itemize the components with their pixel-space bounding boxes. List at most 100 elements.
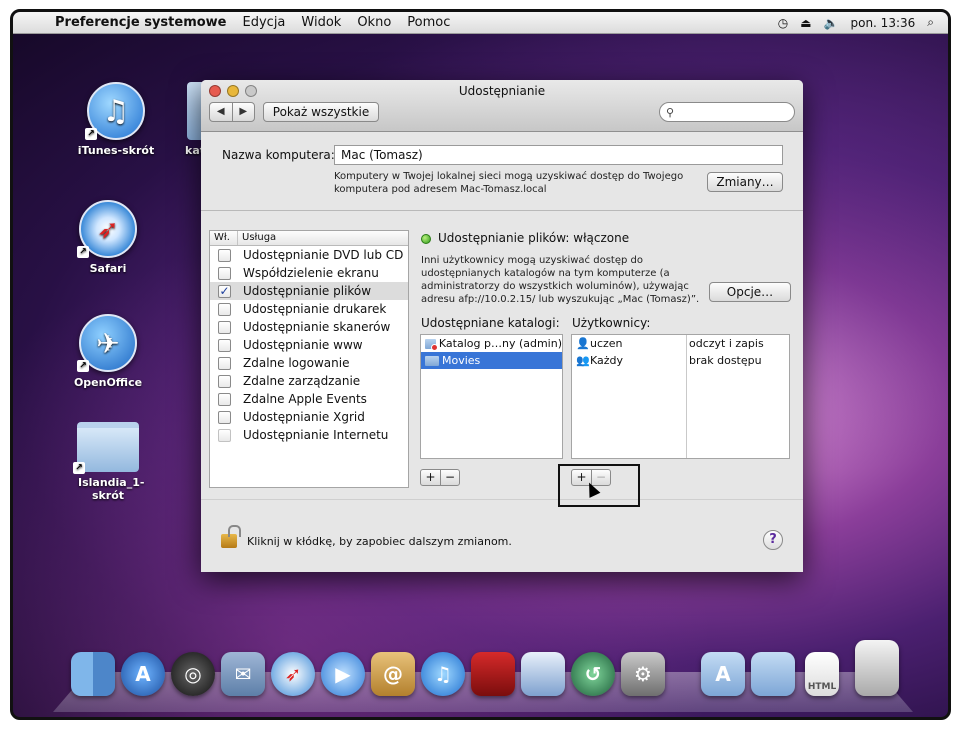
time-machine-icon[interactable]: ◷ (778, 16, 788, 30)
desktop-icon-partial[interactable]: kat (163, 82, 203, 157)
service-row[interactable]: Zdalne logowanie (210, 354, 408, 372)
alias-arrow-icon: ↗ (73, 462, 85, 474)
service-row[interactable]: Zdalne zarządzanie (210, 372, 408, 390)
highlight-frame (558, 464, 640, 507)
remove-folder-button[interactable]: − (440, 470, 459, 485)
volume-icon[interactable]: 🔈 (824, 16, 839, 30)
time-machine-dock-icon[interactable]: ↺ (571, 652, 615, 696)
back-arrow-icon[interactable]: ◀ (210, 103, 232, 121)
photo-booth-icon[interactable] (471, 652, 515, 696)
clock[interactable]: pon. 13:36 (850, 16, 915, 30)
service-label: Udostępnianie plików (243, 284, 372, 298)
service-label: Zdalne Apple Events (243, 392, 367, 406)
user-name: Każdy (590, 354, 624, 367)
service-label: Udostępnianie Xgrid (243, 410, 365, 424)
safari-dock-icon[interactable]: ➶ (271, 652, 315, 696)
applications-folder-icon[interactable]: A (701, 652, 745, 696)
service-checkbox[interactable] (218, 356, 231, 370)
forward-arrow-icon[interactable]: ▶ (231, 103, 255, 121)
alias-arrow-icon: ↗ (85, 128, 97, 140)
service-checkbox[interactable] (218, 266, 231, 280)
service-checkbox[interactable] (218, 374, 231, 388)
back-forward-control: ◀ ▶ (209, 102, 255, 122)
user-access[interactable]: brak dostępu (689, 352, 762, 369)
service-row[interactable]: ✓ Udostępnianie plików (210, 282, 408, 300)
screen-frame: Preferencje systemowe Edycja Widok Okno … (10, 9, 951, 720)
sharing-window: Udostępnianie ◀ ▶ Pokaż wszystkie ⚲ Nazw… (201, 80, 803, 572)
service-row[interactable]: Udostępnianie Xgrid (210, 408, 408, 426)
dashboard-icon[interactable]: ◎ (171, 652, 215, 696)
window-title: Udostępnianie (458, 84, 546, 98)
service-checkbox[interactable] (218, 410, 231, 424)
app-store-icon[interactable]: A (121, 652, 165, 696)
lock-icon[interactable] (221, 525, 241, 548)
folder-icon (425, 355, 439, 366)
search-field[interactable]: ⚲ (659, 102, 795, 122)
menu-help[interactable]: Pomoc (399, 15, 458, 30)
system-preferences-icon[interactable]: ⚙ (621, 652, 665, 696)
computer-name-label: Nazwa komputera: (222, 148, 335, 162)
help-button[interactable]: ? (763, 530, 783, 550)
itunes-dock-icon[interactable]: ♫ (421, 652, 465, 696)
user-icon: 👤 (576, 337, 590, 350)
menu-app-name[interactable]: Preferencje systemowe (47, 15, 235, 30)
lock-text: Kliknij w kłódkę, by zapobiec dalszym zm… (247, 535, 512, 548)
column-service[interactable]: Usługa (238, 231, 276, 245)
address-book-icon[interactable]: @ (371, 652, 415, 696)
menu-view[interactable]: Widok (293, 15, 349, 30)
services-list: Wł. Usługa Udostępnianie DVD lub CD Wspó… (209, 230, 409, 488)
users-list: 👤 uczen odczyt i zapis 👥 Każdy brak dost… (571, 334, 790, 459)
finder-icon[interactable] (71, 652, 115, 696)
service-checkbox[interactable] (218, 392, 231, 406)
service-checkbox[interactable] (218, 302, 231, 316)
desktop-icon-label: Islandia_1-skrót (78, 476, 145, 502)
menu-edit[interactable]: Edycja (235, 15, 294, 30)
mail-stamp-icon[interactable]: ✉ (221, 652, 265, 696)
spotlight-icon[interactable]: ⌕ (927, 15, 934, 30)
service-label: Udostępnianie DVD lub CD (243, 248, 404, 262)
trash-icon[interactable] (855, 640, 899, 696)
user-row[interactable]: 👥 Każdy brak dostępu (572, 352, 789, 369)
service-label: Udostępnianie drukarek (243, 302, 387, 316)
iphoto-icon[interactable] (521, 652, 565, 696)
service-row[interactable]: Udostępnianie www (210, 336, 408, 354)
service-row[interactable]: Współdzielenie ekranu (210, 264, 408, 282)
desktop-icon-itunes[interactable]: ♫ ↗ iTunes-skrót (71, 82, 161, 157)
options-button[interactable]: Opcje… (709, 282, 791, 302)
desktop-icon-safari[interactable]: ➶ ↗ Safari (63, 200, 153, 275)
ichat-icon[interactable]: ▶ (321, 652, 365, 696)
eject-icon[interactable]: ⏏ (800, 16, 811, 30)
desktop-icon-openoffice[interactable]: ✈ ↗ OpenOffice (63, 314, 153, 389)
folder-icon: ↗ (73, 422, 139, 474)
column-on[interactable]: Wł. (210, 231, 238, 245)
menu-window[interactable]: Okno (349, 15, 399, 30)
search-icon: ⚲ (666, 106, 675, 119)
alias-arrow-icon: ↗ (77, 246, 89, 258)
service-row[interactable]: Udostępnianie Internetu (210, 426, 408, 444)
service-checkbox[interactable] (218, 338, 231, 352)
user-row[interactable]: 👤 uczen odczyt i zapis (572, 335, 789, 352)
shared-folder-row-selected[interactable]: Movies (421, 352, 562, 369)
service-row[interactable]: Udostępnianie skanerów (210, 318, 408, 336)
service-row[interactable]: Udostępnianie drukarek (210, 300, 408, 318)
show-all-button[interactable]: Pokaż wszystkie (263, 102, 379, 122)
service-checkbox-checked[interactable]: ✓ (218, 284, 231, 298)
users-label: Użytkownicy: (572, 316, 651, 330)
openoffice-icon: ✈ ↗ (77, 314, 137, 372)
service-row[interactable]: Zdalne Apple Events (210, 390, 408, 408)
html-document-icon[interactable]: HTML (805, 652, 839, 696)
service-checkbox[interactable] (218, 320, 231, 334)
add-folder-button[interactable]: + (421, 470, 440, 485)
service-checkbox[interactable] (218, 428, 231, 442)
service-label: Zdalne logowanie (243, 356, 350, 370)
service-row[interactable]: Udostępnianie DVD lub CD (210, 246, 408, 264)
user-access[interactable]: odczyt i zapis (689, 335, 764, 352)
desktop-icon-islandia[interactable]: ↗ Islandia_1-skrót (63, 422, 153, 502)
service-checkbox[interactable] (218, 248, 231, 262)
services-list-header: Wł. Usługa (210, 231, 408, 246)
change-button[interactable]: Zmiany… (707, 172, 783, 192)
shared-folder-row[interactable]: Katalog p…ny (admin) (421, 335, 562, 352)
restricted-badge-icon (430, 343, 438, 351)
documents-folder-icon[interactable] (751, 652, 795, 696)
computer-name-field[interactable]: Mac (Tomasz) (334, 145, 783, 165)
